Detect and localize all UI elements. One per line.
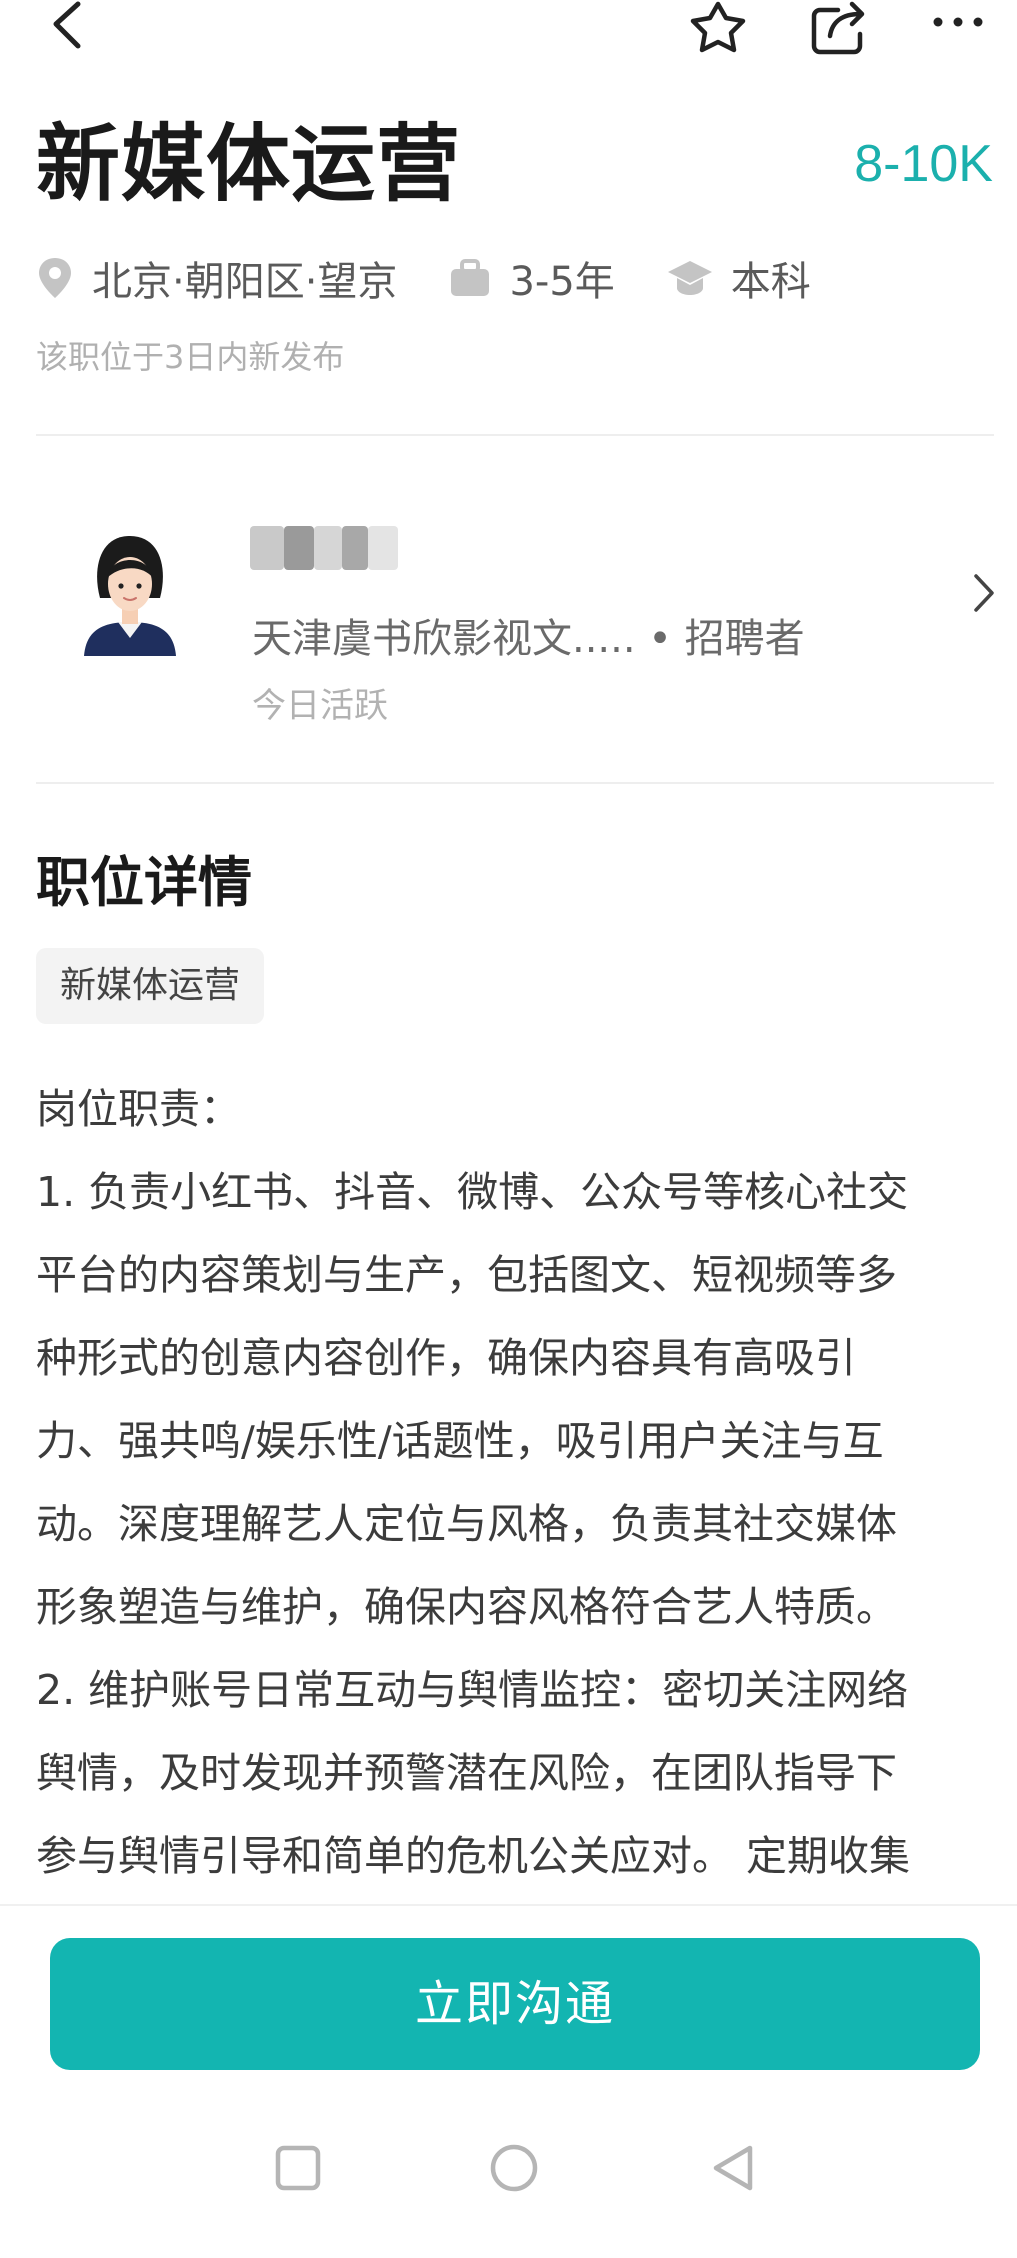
top-bar: [0, 0, 1017, 72]
education-item: 本科: [667, 249, 811, 307]
home-icon[interactable]: [488, 2142, 540, 2194]
education-text: 本科: [730, 259, 811, 305]
graduation-cap-icon: [667, 261, 712, 295]
recruiter-active-status: 今日活跃: [252, 686, 388, 726]
divider: [36, 434, 994, 436]
star-icon[interactable]: [684, 0, 752, 60]
system-navigation-bar: [0, 2142, 1017, 2232]
description-line: 力、强共鸣/娱乐性/话题性，吸引用户关注与互: [36, 1417, 884, 1465]
recent-apps-icon[interactable]: [272, 2142, 324, 2194]
description-line: 平台的内容策划与生产，包括图文、短视频等多: [36, 1251, 897, 1299]
description-line: 岗位职责：: [36, 1085, 241, 1133]
divider: [36, 782, 994, 784]
description-line: 参与舆情引导和简单的危机公关应对。 定期收集: [36, 1832, 911, 1880]
experience-item: 3-5年: [449, 249, 615, 307]
description-line: 种形式的创意内容创作，确保内容具有高吸引: [36, 1334, 856, 1382]
location-item: 北京·朝阳区·望京: [36, 249, 397, 307]
salary-range: 8-10K: [854, 135, 993, 193]
job-meta: 北京·朝阳区·望京 3-5年 本科: [36, 248, 811, 308]
posted-note: 该职位于3日内新发布: [36, 338, 345, 376]
description-line: 2. 维护账号日常互动与舆情监控：密切关注网络: [36, 1666, 909, 1714]
recruiter-company: 天津虞书欣影视文..... • 招聘者: [252, 616, 805, 662]
recruiter-name-redacted: [250, 526, 400, 578]
chevron-right-icon[interactable]: [968, 568, 998, 618]
section-title: 职位详情: [36, 851, 252, 914]
bottom-action-bar: 立即沟通: [0, 1904, 1017, 2258]
briefcase-icon: [451, 259, 490, 296]
job-description: 岗位职责： 1. 负责小红书、抖音、微博、公众号等核心社交 平台的内容策划与生产…: [36, 1068, 996, 1898]
back-icon[interactable]: [44, 0, 94, 58]
job-title: 新媒体运营: [36, 115, 462, 213]
description-line: 动。深度理解艺人定位与风格，负责其社交媒体: [36, 1500, 897, 1548]
location-text: 北京·朝阳区·望京: [92, 259, 398, 305]
job-detail-page: 新媒体运营 8-10K 北京·朝阳区·望京 3-5年 本科 该职位于3日内新发布: [0, 0, 1017, 2258]
share-icon[interactable]: [806, 0, 874, 60]
location-pin-icon: [39, 258, 71, 298]
back-nav-icon[interactable]: [708, 2142, 760, 2194]
more-icon[interactable]: [928, 0, 988, 48]
description-line: 形象塑造与维护，确保内容风格符合艺人特质。: [36, 1583, 897, 1631]
avatar[interactable]: [70, 528, 190, 658]
recruiter-card[interactable]: 天津虞书欣影视文..... • 招聘者 今日活跃: [0, 478, 1017, 738]
experience-text: 3-5年: [509, 259, 615, 305]
chat-now-button[interactable]: 立即沟通: [50, 1938, 980, 2070]
job-tag: 新媒体运营: [36, 948, 265, 1024]
description-line: 1. 负责小红书、抖音、微博、公众号等核心社交: [36, 1168, 909, 1216]
description-line: 舆情，及时发现并预警潜在风险，在团队指导下: [36, 1749, 897, 1797]
